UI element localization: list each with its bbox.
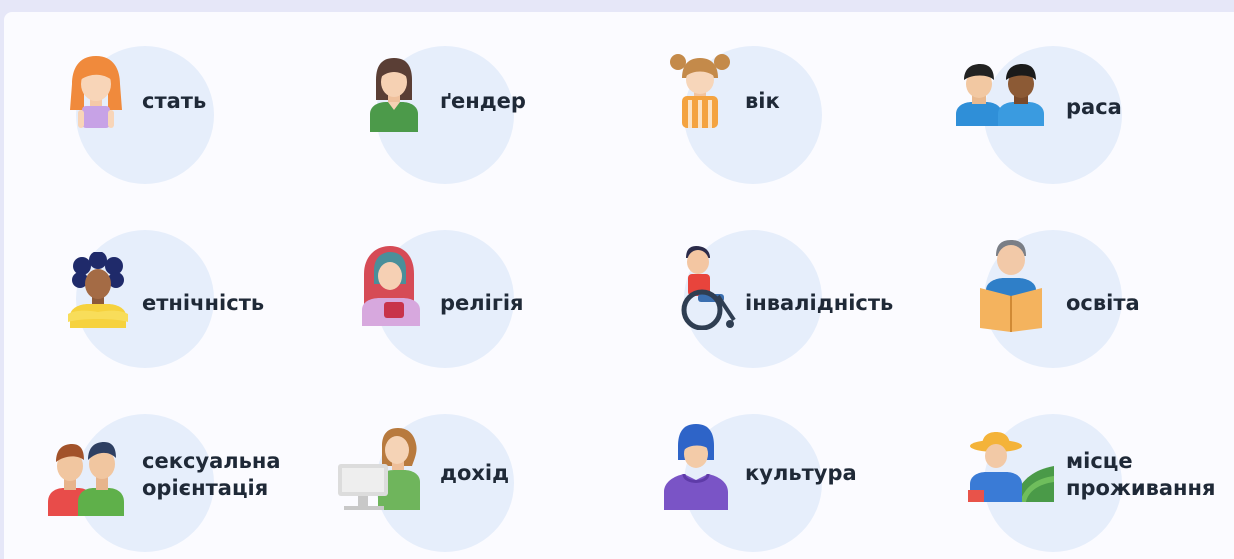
item-label: раса bbox=[1066, 95, 1122, 119]
item-label: освіта bbox=[1066, 291, 1140, 315]
item-label: інвалідність bbox=[745, 291, 894, 315]
item-label: стать bbox=[142, 89, 207, 113]
couple-icon bbox=[44, 432, 126, 520]
item-label: сексуальна bbox=[142, 449, 281, 473]
wheelchair-user-icon bbox=[674, 240, 740, 334]
item-label: дохід bbox=[440, 461, 510, 485]
girl-icon bbox=[64, 54, 128, 132]
item-label-line2: проживання bbox=[1066, 476, 1216, 500]
two-people-icon bbox=[950, 60, 1050, 130]
item-label: ґендер bbox=[440, 89, 526, 113]
item-label: місце bbox=[1066, 449, 1133, 473]
person-icon bbox=[366, 54, 422, 136]
man-reading-book-icon bbox=[976, 236, 1046, 336]
item-label: культура bbox=[745, 461, 857, 485]
item-label: вік bbox=[745, 89, 780, 113]
person-hoodie-icon bbox=[660, 422, 732, 514]
woman-headscarf-icon bbox=[356, 244, 426, 330]
item-label: етнічність bbox=[142, 291, 265, 315]
item-label-line2: орієнтація bbox=[142, 476, 269, 500]
item-label: релігія bbox=[440, 291, 524, 315]
woman-at-computer-icon bbox=[334, 422, 426, 514]
farmer-field-icon bbox=[966, 432, 1056, 506]
child-icon bbox=[668, 50, 732, 132]
woman-curly-hair-icon bbox=[66, 251, 130, 332]
diversity-card: стать ґендер вік раса етнічність релігія… bbox=[4, 12, 1234, 559]
